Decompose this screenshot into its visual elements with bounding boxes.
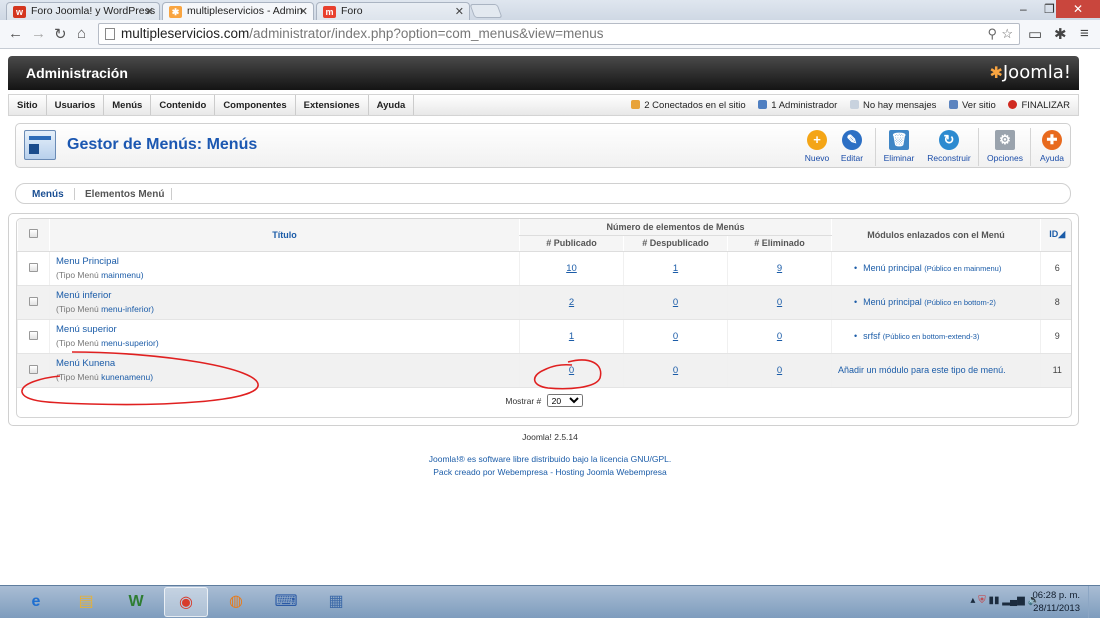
tray-arrow-icon[interactable]: ▴ xyxy=(970,595,975,606)
folder-icon[interactable]: ▤ xyxy=(64,587,108,617)
system-tray: ▴ ⛨ ▮▮ ▂▄▆ 🔈 xyxy=(970,595,1040,606)
red-annotation xyxy=(21,351,602,406)
security-icon[interactable]: ⛨ xyxy=(978,595,986,606)
chrome-icon[interactable]: ◉ xyxy=(164,587,208,617)
version-text: Joomla! 2.5.14 xyxy=(522,432,578,442)
license-link[interactable]: Joomla!® es software libre distribuido b… xyxy=(0,454,1100,464)
clock[interactable]: 06:28 p. m. 28/11/2013 xyxy=(1032,589,1080,615)
word-icon[interactable]: W xyxy=(114,587,158,617)
network-icon[interactable]: ▮▮ xyxy=(989,595,1000,606)
ie-icon[interactable]: e xyxy=(14,587,58,617)
credits-link[interactable]: Pack creado por Webempresa - Hosting Joo… xyxy=(0,467,1100,477)
calculator-icon[interactable]: ▦ xyxy=(314,587,358,617)
keyboard-icon[interactable]: ⌨ xyxy=(264,587,308,617)
signal-icon[interactable]: ▂▄▆ xyxy=(1002,595,1024,606)
firefox-icon[interactable]: ◍ xyxy=(214,587,258,617)
show-desktop-button[interactable] xyxy=(1088,586,1100,618)
taskbar: e ▤ W ◉ ◍ ⌨ ▦ ▴ ⛨ ▮▮ ▂▄▆ 🔈 06:28 p. m. 2… xyxy=(0,585,1100,618)
